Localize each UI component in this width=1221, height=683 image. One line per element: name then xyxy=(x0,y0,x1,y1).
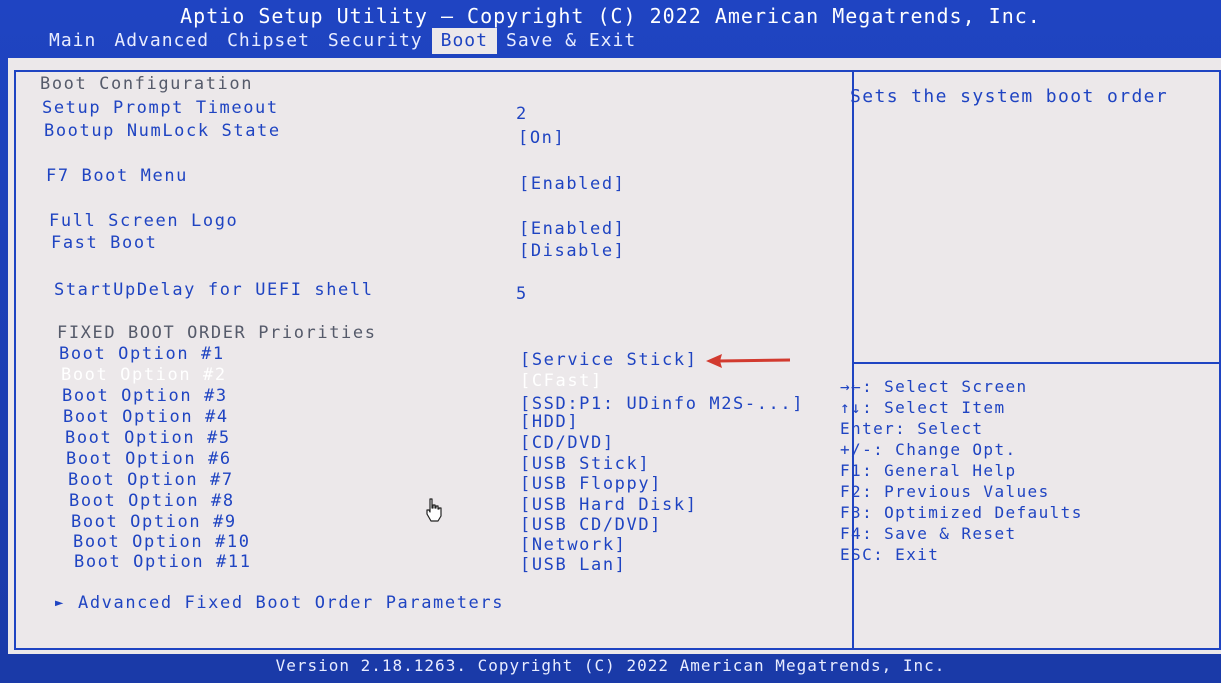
boot-option-3-label[interactable]: Boot Option #3 xyxy=(62,386,228,406)
tab-main[interactable]: Main xyxy=(40,28,105,54)
boot-option-1-label[interactable]: Boot Option #1 xyxy=(59,344,225,364)
boot-option-9-label[interactable]: Boot Option #9 xyxy=(71,512,237,532)
key-change-opt: +/-: Change Opt. xyxy=(840,440,1017,459)
key-general-help: F1: General Help xyxy=(840,461,1017,480)
tab-security[interactable]: Security xyxy=(319,28,432,54)
help-description: Sets the system boot order xyxy=(850,86,1169,107)
key-previous-values: F2: Previous Values xyxy=(840,482,1050,501)
tab-chipset[interactable]: Chipset xyxy=(218,28,319,54)
f7-boot-menu-value[interactable]: [Enabled] xyxy=(519,174,626,194)
f7-boot-menu-label[interactable]: F7 Boot Menu xyxy=(46,166,188,186)
boot-option-7-value[interactable]: [USB Floppy] xyxy=(520,474,662,494)
key-optimized-defaults: F3: Optimized Defaults xyxy=(840,503,1083,522)
bios-screen: Aptio Setup Utility – Copyright (C) 2022… xyxy=(0,0,1221,683)
boot-option-7-label[interactable]: Boot Option #7 xyxy=(68,470,234,490)
boot-option-1-value[interactable]: [Service Stick] xyxy=(520,350,698,370)
boot-option-5-value[interactable]: [CD/DVD] xyxy=(520,433,615,453)
red-arrow-icon xyxy=(706,354,791,368)
boot-option-6-label[interactable]: Boot Option #6 xyxy=(66,449,232,469)
boot-option-8-label[interactable]: Boot Option #8 xyxy=(69,491,235,511)
boot-option-10-value[interactable]: [Network] xyxy=(520,535,627,555)
setup-prompt-timeout-label[interactable]: Setup Prompt Timeout xyxy=(42,98,279,118)
fixed-boot-order-heading: FIXED BOOT ORDER Priorities xyxy=(57,323,377,343)
full-screen-logo-label[interactable]: Full Screen Logo xyxy=(49,211,238,231)
key-exit: ESC: Exit xyxy=(840,545,940,564)
boot-option-10-label[interactable]: Boot Option #10 xyxy=(73,532,251,552)
boot-option-2-value[interactable]: [CFast] xyxy=(520,371,603,391)
bootup-numlock-state-label[interactable]: Bootup NumLock State xyxy=(44,121,281,141)
boot-option-5-label[interactable]: Boot Option #5 xyxy=(65,428,231,448)
hand-cursor-icon xyxy=(426,498,442,522)
fast-boot-label[interactable]: Fast Boot xyxy=(51,233,158,253)
boot-option-3-value[interactable]: [SSD:P1: UDinfo M2S-...] xyxy=(520,394,804,414)
key-save-reset: F4: Save & Reset xyxy=(840,524,1017,543)
boot-option-2-label[interactable]: Boot Option #2 xyxy=(61,365,227,385)
fast-boot-value[interactable]: [Disable] xyxy=(519,241,626,261)
boot-option-8-value[interactable]: [USB Hard Disk] xyxy=(520,495,698,515)
tab-save-exit[interactable]: Save & Exit xyxy=(497,28,645,54)
triangle-right-icon: ► xyxy=(55,595,64,611)
boot-option-6-value[interactable]: [USB Stick] xyxy=(520,454,650,474)
boot-option-11-value[interactable]: [USB Lan] xyxy=(520,555,627,575)
advanced-fixed-boot-order-link[interactable]: Advanced Fixed Boot Order Parameters xyxy=(78,593,504,613)
tab-boot[interactable]: Boot xyxy=(431,28,497,54)
boot-option-11-label[interactable]: Boot Option #11 xyxy=(74,552,252,572)
boot-option-4-label[interactable]: Boot Option #4 xyxy=(63,407,229,427)
window-title: Aptio Setup Utility – Copyright (C) 2022… xyxy=(180,4,1041,28)
boot-option-9-value[interactable]: [USB CD/DVD] xyxy=(520,515,662,535)
key-enter-select: Enter: Select xyxy=(840,419,984,438)
key-legend: →←: Select Screen ↑↓: Select Item Enter:… xyxy=(840,376,1083,565)
setup-prompt-timeout-value[interactable]: 2 xyxy=(516,104,528,124)
tab-advanced[interactable]: Advanced xyxy=(105,28,218,54)
bootup-numlock-state-value[interactable]: [On] xyxy=(518,128,565,148)
startup-delay-label[interactable]: StartUpDelay for UEFI shell xyxy=(54,280,374,300)
help-divider xyxy=(854,362,1219,364)
full-screen-logo-value[interactable]: [Enabled] xyxy=(519,219,626,239)
version-footer: Version 2.18.1263. Copyright (C) 2022 Am… xyxy=(0,654,1221,683)
boot-option-4-value[interactable]: [HDD] xyxy=(520,412,579,432)
key-select-item: ↑↓: Select Item xyxy=(840,398,1006,417)
boot-configuration-heading: Boot Configuration xyxy=(40,74,254,94)
menu-bar: Main Advanced Chipset Security Boot Save… xyxy=(40,28,645,54)
startup-delay-value[interactable]: 5 xyxy=(516,284,528,304)
key-select-screen: →←: Select Screen xyxy=(840,377,1028,396)
